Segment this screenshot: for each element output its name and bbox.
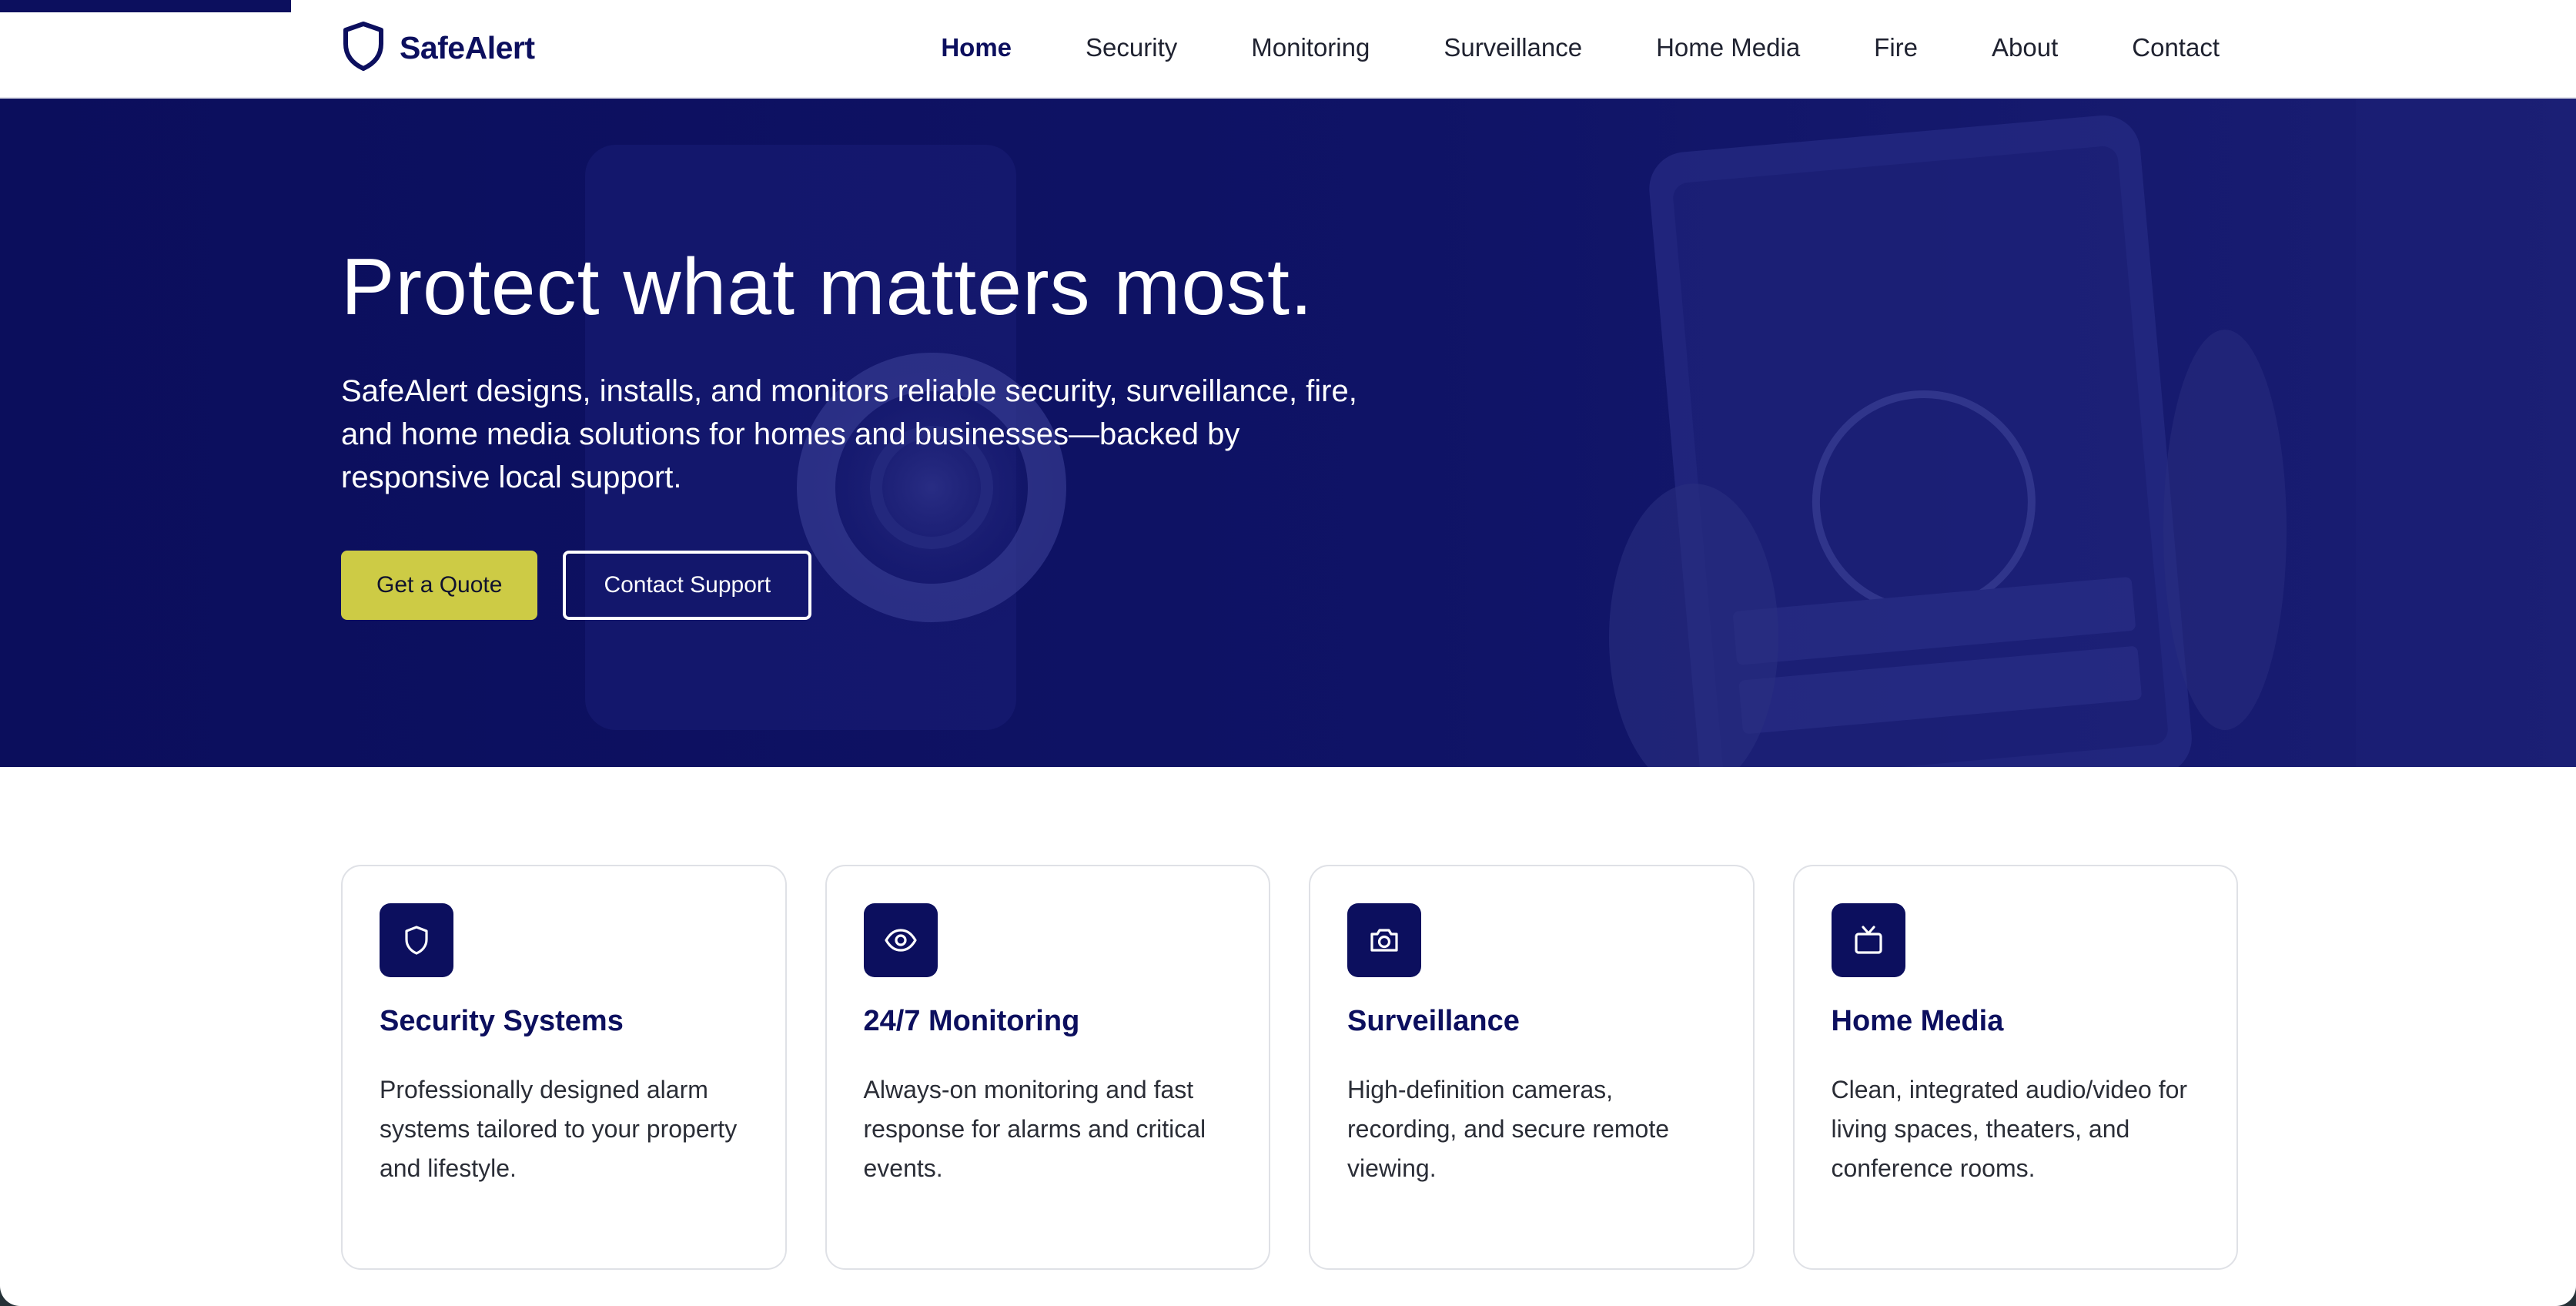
shield-icon [341,21,386,75]
site-header: SafeAlert Home Security Monitoring Surve… [0,0,2576,99]
nav-item-home[interactable]: Home [904,33,1049,62]
main-nav: Home Security Monitoring Surveillance Ho… [904,23,2220,72]
nav-item-about[interactable]: About [1955,33,2095,62]
nav-item-contact[interactable]: Contact [2095,33,2220,62]
brand-name: SafeAlert [400,29,535,65]
nav-item-monitoring[interactable]: Monitoring [1214,33,1407,62]
page: SafeAlert Home Security Monitoring Surve… [0,0,2576,1306]
hero-subtitle: SafeAlert designs, installs, and monitor… [341,374,1357,494]
nav-item-surveillance[interactable]: Surveillance [1407,33,1619,62]
get-quote-button[interactable]: Get a Quote [341,551,538,620]
feature-description: High-definition cameras, recording, and … [1347,1076,1669,1182]
shield-icon [380,903,453,977]
feature-description: Professionally designed alarm systems ta… [380,1076,738,1182]
tv-icon [1831,903,1905,977]
hero-title: Protect what matters most. [341,243,1313,332]
camera-icon [1347,903,1421,977]
nav-item-home-media[interactable]: Home Media [1619,33,1837,62]
hero-actions: Get a Quote Contact Support [341,551,812,620]
feature-title: Surveillance [1347,1005,1520,1037]
feature-title: Home Media [1831,1005,2004,1037]
nav-item-security[interactable]: Security [1049,33,1214,62]
hero-section: Protect what matters most. SafeAlert des… [0,99,2576,767]
eye-icon [863,903,938,977]
feature-card-surveillance[interactable]: Surveillance High-definition cameras, re… [1309,865,1755,1270]
feature-card-monitoring[interactable]: 24/7 Monitoring Always-on monitoring and… [825,865,1270,1270]
feature-card-security[interactable]: Security Systems Professionally designed… [341,865,787,1270]
feature-title: 24/7 Monitoring [863,1005,1080,1037]
contact-support-button[interactable]: Contact Support [563,551,812,620]
brand-logo-link[interactable]: SafeAlert [341,21,535,75]
feature-card-home-media[interactable]: Home Media Clean, integrated audio/video… [1792,865,2238,1270]
nav-item-fire[interactable]: Fire [1837,33,1955,62]
feature-description: Always-on monitoring and fast response f… [863,1076,1206,1182]
feature-description: Clean, integrated audio/video for living… [1831,1076,2188,1182]
top-accent-bar [0,0,291,12]
features-section: Security Systems Professionally designed… [341,865,2238,1270]
feature-title: Security Systems [380,1005,624,1037]
